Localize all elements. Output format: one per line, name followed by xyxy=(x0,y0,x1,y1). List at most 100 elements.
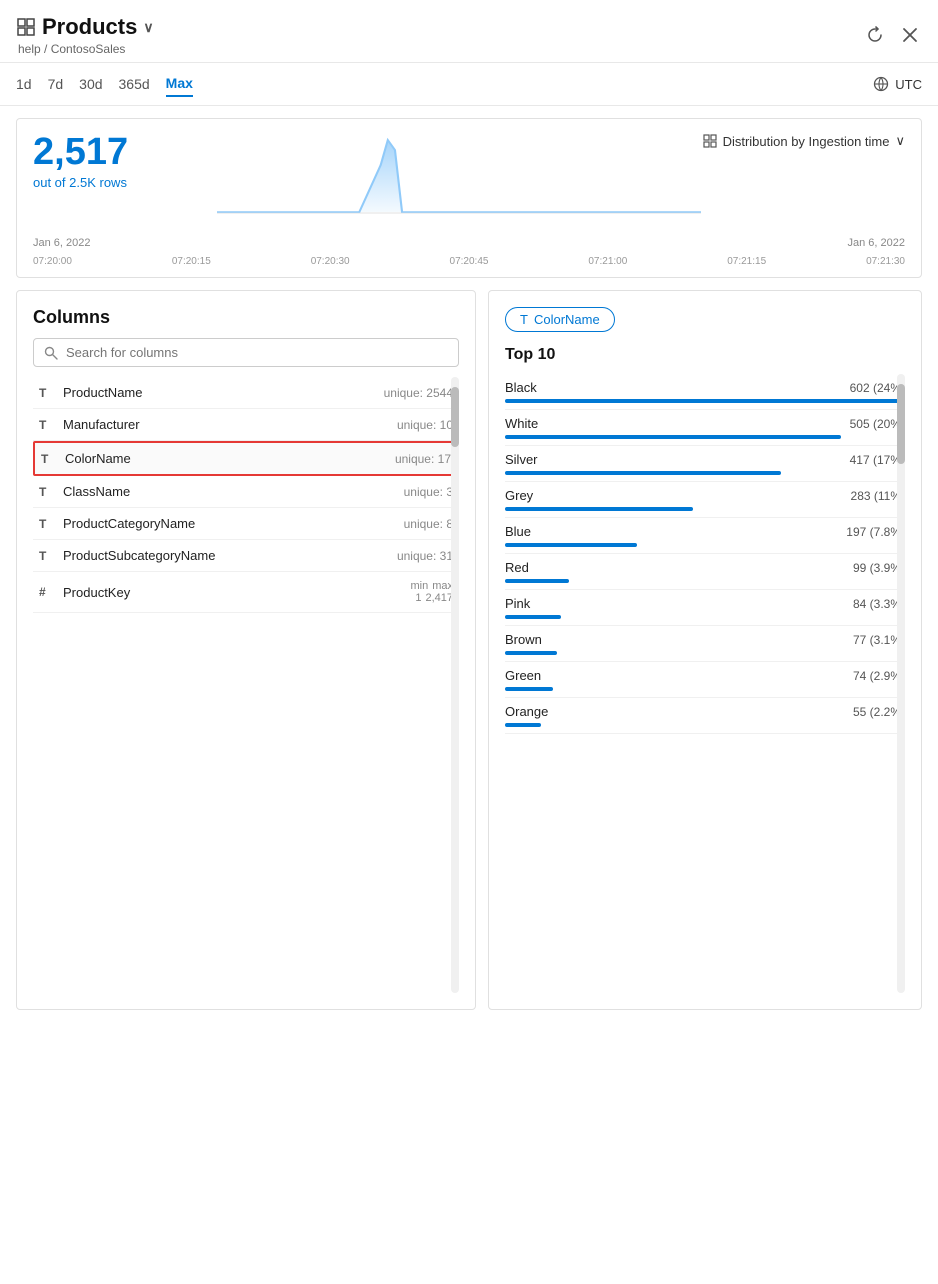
columns-list: T ProductName unique: 2544 T Manufacture… xyxy=(33,377,459,993)
right-scroll-thumb xyxy=(897,384,905,464)
col-type-icon-productcategoryname: T xyxy=(39,517,55,531)
chart-area xyxy=(217,135,701,215)
columns-panel: Columns T ProductName unique: 2544 xyxy=(16,290,476,1010)
column-item-productcategoryname[interactable]: T ProductCategoryName unique: 8 xyxy=(33,508,459,540)
scroll-thumb xyxy=(451,387,459,447)
scroll-indicator[interactable] xyxy=(451,377,459,993)
col-name-colorname: ColorName xyxy=(65,451,131,466)
column-item-manufacturer[interactable]: T Manufacturer unique: 10 xyxy=(33,409,459,441)
col-type-icon-productkey: # xyxy=(39,585,55,599)
col-type-icon-manufacturer: T xyxy=(39,418,55,432)
close-button[interactable] xyxy=(898,23,922,47)
col-name-productcategoryname: ProductCategoryName xyxy=(63,516,195,531)
grid-icon xyxy=(16,17,36,37)
column-item-productsubcategoryname[interactable]: T ProductSubcategoryName unique: 31 xyxy=(33,540,459,572)
column-item-productname[interactable]: T ProductName unique: 2544 xyxy=(33,377,459,409)
top10-label-brown: Brown xyxy=(505,632,542,647)
col-meta-productkey: min max 1 2,417 xyxy=(410,580,453,604)
top10-bar-orange xyxy=(505,723,541,727)
col-type-icon-productsubcategoryname: T xyxy=(39,549,55,563)
top10-bar-red xyxy=(505,579,569,583)
column-item-left-prodcat: T ProductCategoryName xyxy=(39,516,195,531)
col-name-manufacturer: Manufacturer xyxy=(63,417,140,432)
top10-item-black: Black 602 (24%) xyxy=(505,374,905,410)
top10-label-black: Black xyxy=(505,380,537,395)
right-scroll-indicator[interactable] xyxy=(897,374,905,993)
column-item-left-prodsubcat: T ProductSubcategoryName xyxy=(39,548,215,563)
tab-30d[interactable]: 30d xyxy=(79,71,102,97)
col-name-productkey: ProductKey xyxy=(63,585,130,600)
header-actions xyxy=(862,14,922,48)
chart-date-left: Jan 6, 2022 xyxy=(33,237,91,249)
top10-bar-black xyxy=(505,399,905,403)
column-item-colorname[interactable]: T ColorName unique: 17 xyxy=(33,441,459,476)
time-tick-6: 07:21:30 xyxy=(866,256,905,267)
top10-label-grey: Grey xyxy=(505,488,533,503)
min-label: min xyxy=(410,580,428,592)
col-meta-productname: unique: 2544 xyxy=(384,386,453,400)
distribution-button[interactable]: Distribution by Ingestion time ∨ xyxy=(703,133,905,149)
distribution-chevron-icon: ∨ xyxy=(895,133,905,149)
top10-bar-pink xyxy=(505,615,561,619)
max-label: max xyxy=(432,580,453,592)
top10-title: Top 10 xyxy=(505,346,905,364)
top10-bar-green xyxy=(505,687,553,691)
time-tick-1: 07:20:15 xyxy=(172,256,211,267)
col-type-icon-colorname: T xyxy=(41,452,57,466)
col-meta-colorname: unique: 17 xyxy=(395,452,451,466)
time-tick-4: 07:21:00 xyxy=(588,256,627,267)
tab-max[interactable]: Max xyxy=(166,71,193,97)
search-input[interactable] xyxy=(66,345,448,360)
top10-bar-brown xyxy=(505,651,557,655)
top10-label-white: White xyxy=(505,416,538,431)
top10-label-pink: Pink xyxy=(505,596,530,611)
top10-item-blue: Blue 197 (7.8%) xyxy=(505,518,905,554)
col-meta-productcategoryname: unique: 8 xyxy=(404,517,453,531)
search-box[interactable] xyxy=(33,338,459,367)
column-item-left-mfr: T Manufacturer xyxy=(39,417,140,432)
col-name-productname: ProductName xyxy=(63,385,142,400)
refresh-button[interactable] xyxy=(862,22,888,48)
distribution-label: Distribution by Ingestion time xyxy=(723,134,890,149)
time-tick-5: 07:21:15 xyxy=(727,256,766,267)
chart-section: 2,517 out of 2.5K rows Distribution by I… xyxy=(16,118,922,278)
top10-item-orange: Orange 55 (2.2%) xyxy=(505,698,905,734)
col-meta-productsubcategoryname: unique: 31 xyxy=(397,549,453,563)
time-tick-3: 07:20:45 xyxy=(450,256,489,267)
col-name-productsubcategoryname: ProductSubcategoryName xyxy=(63,548,215,563)
columns-title: Columns xyxy=(33,307,459,328)
top10-label-green: Green xyxy=(505,668,541,683)
top10-item-silver: Silver 417 (17%) xyxy=(505,446,905,482)
right-panel: T ColorName Top 10 Black 602 (24%) White xyxy=(488,290,922,1010)
top10-label-red: Red xyxy=(505,560,529,575)
chart-big-number: 2,517 xyxy=(33,133,128,171)
utc-button[interactable]: UTC xyxy=(873,76,922,92)
top10-list: Black 602 (24%) White 505 (20%) xyxy=(505,374,905,993)
chevron-down-icon[interactable]: ∨ xyxy=(143,19,153,36)
top10-item-pink: Pink 84 (3.3%) xyxy=(505,590,905,626)
top10-bar-silver xyxy=(505,471,781,475)
column-badge: T ColorName xyxy=(505,307,615,332)
time-tick-0: 07:20:00 xyxy=(33,256,72,267)
max-value: 2,417 xyxy=(425,592,453,604)
header-left: Products ∨ help / ContosoSales xyxy=(16,14,154,56)
col-meta-manufacturer: unique: 10 xyxy=(397,418,453,432)
column-item-productkey[interactable]: # ProductKey min max 1 2,417 xyxy=(33,572,459,613)
column-item-left-color: T ColorName xyxy=(41,451,131,466)
min-value: 1 xyxy=(415,592,421,604)
breadcrumb: help / ContosoSales xyxy=(16,42,154,56)
time-tick-2: 07:20:30 xyxy=(311,256,350,267)
tab-7d[interactable]: 7d xyxy=(48,71,64,97)
chart-sub-label: out of 2.5K rows xyxy=(33,175,128,190)
tab-365d[interactable]: 365d xyxy=(119,71,150,97)
top10-bar-white xyxy=(505,435,841,439)
col-type-icon-classname: T xyxy=(39,485,55,499)
tab-1d[interactable]: 1d xyxy=(16,71,32,97)
app-container: Products ∨ help / ContosoSales 1d xyxy=(0,0,938,1284)
top10-item-white: White 505 (20%) xyxy=(505,410,905,446)
time-tabs-left: 1d 7d 30d 365d Max xyxy=(16,71,193,97)
column-item-left-class: T ClassName xyxy=(39,484,130,499)
top10-item-green: Green 74 (2.9%) xyxy=(505,662,905,698)
top10-label-blue: Blue xyxy=(505,524,531,539)
column-item-classname[interactable]: T ClassName unique: 3 xyxy=(33,476,459,508)
